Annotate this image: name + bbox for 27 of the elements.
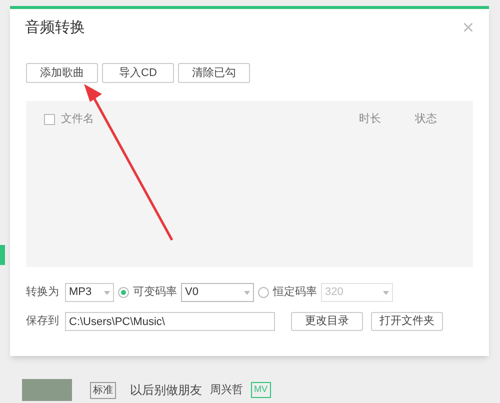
bitrate-dropdown[interactable]: V0 <box>181 283 254 302</box>
column-header: 时长 <box>359 112 382 127</box>
toolbar-button[interactable]: 添加歌曲 <box>26 63 98 83</box>
photo-placeholder <box>22 379 72 401</box>
select-all-checkbox[interactable] <box>44 114 55 124</box>
folder-button[interactable]: 打开文件夹 <box>371 312 443 331</box>
save-path-field[interactable]: C:\Users\PC\Music\ <box>65 312 275 331</box>
side-accent <box>0 245 5 265</box>
dialog-title: 音频转换 <box>25 18 85 38</box>
convert-label: 转换为 <box>26 285 59 300</box>
quality-dropdown[interactable]: 标准 <box>90 382 116 398</box>
radio-label: 可变码率 <box>133 284 177 300</box>
radio-button[interactable] <box>118 287 129 298</box>
song-title: 以后别做朋友 <box>130 382 202 399</box>
format-dropdown[interactable]: MP3 <box>65 283 114 302</box>
folder-button[interactable]: 更改目录 <box>291 312 363 331</box>
artist-name: 周兴哲 <box>210 382 243 398</box>
column-header: 状态 <box>415 112 438 127</box>
toolbar-button[interactable]: 清除已勾 <box>178 63 250 83</box>
dropdown-caret-icon <box>104 290 110 294</box>
radio-label: 恒定码率 <box>273 284 317 300</box>
dropdown-caret-icon <box>383 290 389 294</box>
column-header: 文件名 <box>61 112 94 127</box>
radio-button[interactable] <box>258 287 269 298</box>
save-label: 保存到 <box>26 314 59 330</box>
toolbar-button[interactable]: 导入CD <box>102 63 174 83</box>
dropdown-caret-icon <box>244 290 250 294</box>
